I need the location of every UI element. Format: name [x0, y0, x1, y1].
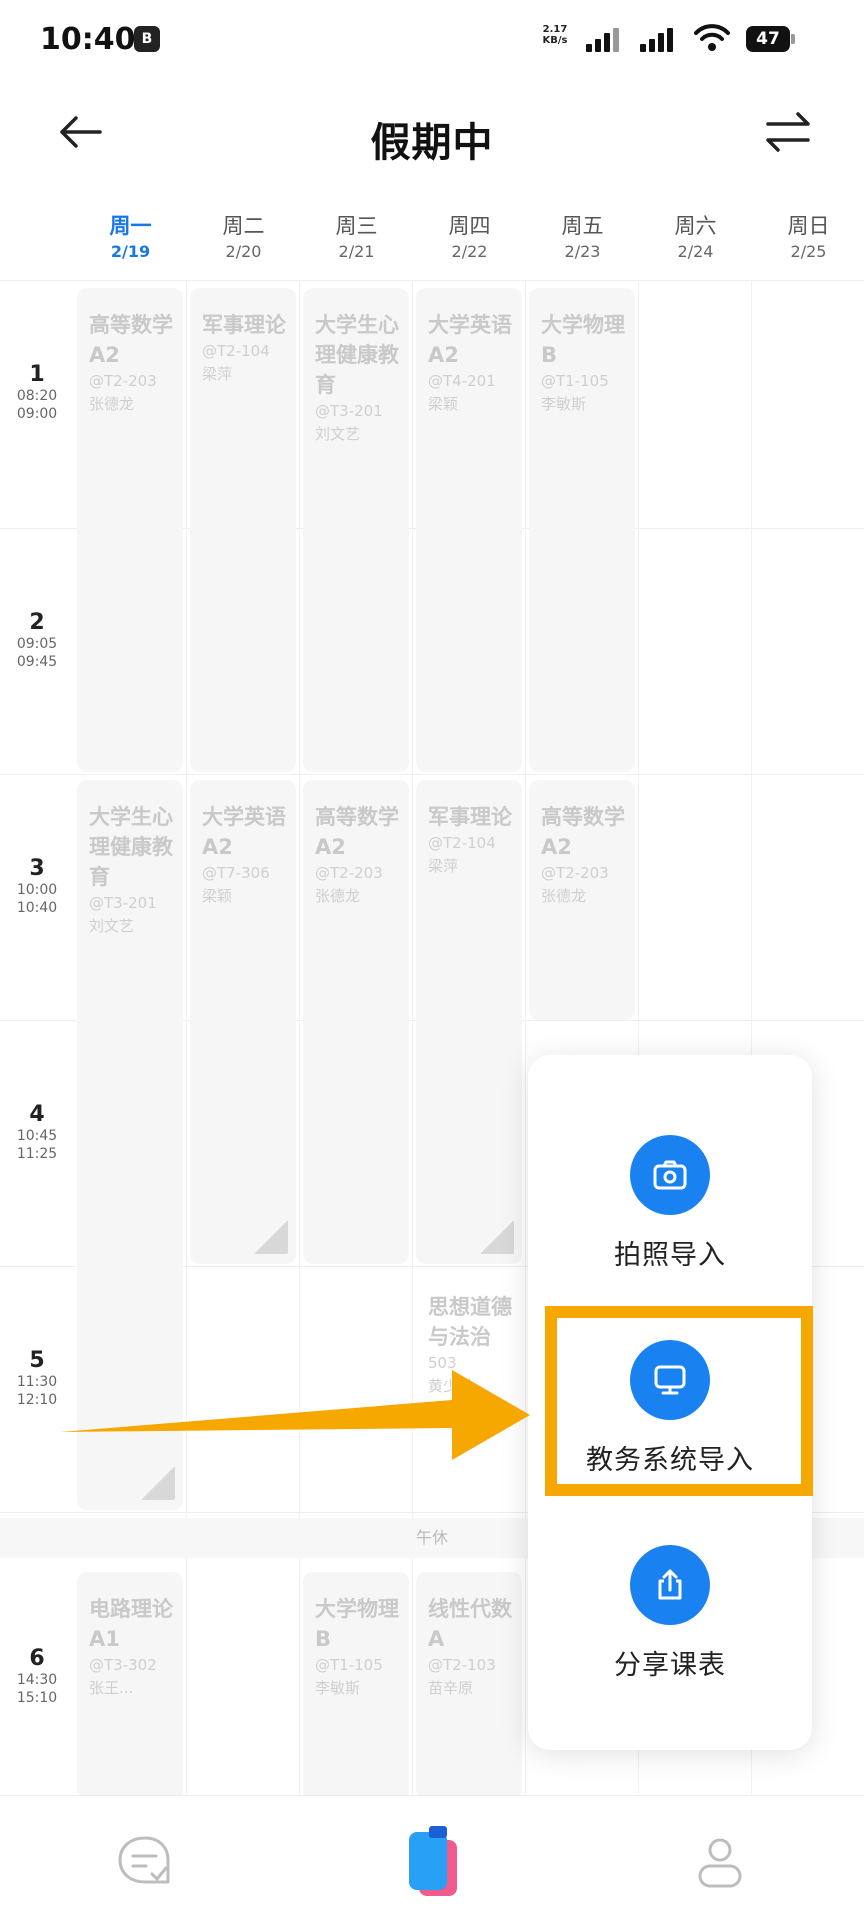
course-card[interactable]: 高等数学A2 @T2-203 张德龙 — [529, 780, 635, 1020]
chat-check-icon[interactable] — [100, 1816, 190, 1906]
course-card[interactable]: 电路理论A1 @T3-302 张王... — [77, 1572, 183, 1800]
signal-icon — [640, 26, 680, 52]
course-card[interactable]: 大学英语A2 @T7-306 梁颖 — [190, 780, 296, 1264]
period-6: 6 14:30 15:10 — [16, 1646, 58, 1706]
day-monday[interactable]: 周一 2/19 — [74, 210, 187, 261]
day-tuesday[interactable]: 周二 2/20 — [187, 210, 300, 261]
day-sunday[interactable]: 周日 2/25 — [752, 210, 864, 261]
highlight-box — [545, 1306, 813, 1496]
fold-corner-icon — [254, 1220, 288, 1254]
share-timetable-label: 分享课表 — [614, 1650, 726, 1681]
fold-corner-icon — [480, 1220, 514, 1254]
wifi-icon — [694, 22, 730, 54]
day-wednesday[interactable]: 周三 2/21 — [300, 210, 413, 261]
course-card[interactable]: 大学生心理健康教育 @T3-201 刘文艺 — [303, 288, 409, 772]
notification-icon: B — [134, 26, 160, 52]
network-speed-value: 2.17 — [542, 24, 568, 35]
camera-icon — [630, 1135, 710, 1215]
pointer-arrow-icon — [60, 1370, 530, 1460]
course-card[interactable]: 大学物理B @T1-105 李敏斯 — [529, 288, 635, 772]
day-friday[interactable]: 周五 2/23 — [526, 210, 639, 261]
period-2: 2 09:05 09:45 — [16, 610, 58, 670]
period-3: 3 10:00 10:40 — [16, 856, 58, 916]
network-speed-unit: KB/s — [542, 35, 568, 46]
day-thursday[interactable]: 周四 2/22 — [413, 210, 526, 261]
signal-icon — [586, 26, 626, 52]
photo-import-label: 拍照导入 — [614, 1240, 726, 1271]
header: 假期中 — [0, 80, 864, 190]
course-card[interactable]: 大学英语A2 @T4-201 梁颖 — [416, 288, 522, 772]
share-timetable-button[interactable]: 分享课表 — [528, 1545, 812, 1682]
period-1: 1 08:20 09:00 — [16, 362, 58, 422]
user-icon[interactable] — [675, 1816, 765, 1906]
page-title: 假期中 — [370, 120, 494, 166]
swap-arrows-icon[interactable] — [758, 102, 818, 162]
period-4: 4 10:45 11:25 — [16, 1102, 58, 1162]
course-card[interactable]: 线性代数A @T2-103 苗辛原 — [416, 1572, 522, 1800]
status-bar: 10:40 B 2.17 KB/s 47 — [0, 0, 864, 80]
weekday-header: 周一 2/19 周二 2/20 周三 2/21 周四 2/22 周五 2/23 周六 2/2… — [74, 210, 864, 280]
status-time: 10:40 — [40, 22, 136, 57]
course-card[interactable]: 军事理论 @T2-104 梁萍 — [416, 780, 522, 1264]
bottom-navigation — [0, 1795, 864, 1920]
course-card[interactable]: 高等数学A2 @T2-203 张德龙 — [77, 288, 183, 772]
course-card[interactable]: 军事理论 @T2-104 梁萍 — [190, 288, 296, 772]
battery-icon: 47 — [746, 26, 795, 52]
day-saturday[interactable]: 周六 2/24 — [639, 210, 752, 261]
course-card[interactable]: 大学物理B @T1-105 李敏斯 — [303, 1572, 409, 1800]
back-arrow-icon[interactable] — [52, 102, 112, 162]
course-card[interactable]: 高等数学A2 @T2-203 张德龙 — [303, 780, 409, 1264]
network-speed: 2.17 KB/s — [540, 24, 570, 46]
books-icon[interactable] — [387, 1816, 477, 1906]
fold-corner-icon — [141, 1466, 175, 1500]
share-icon — [630, 1545, 710, 1625]
photo-import-button[interactable]: 拍照导入 — [528, 1135, 812, 1272]
